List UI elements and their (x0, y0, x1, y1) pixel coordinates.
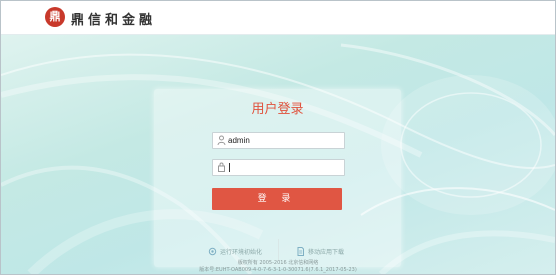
links-divider (278, 239, 279, 261)
login-panel: 用户登录 登 录 运行环境初始化 (154, 89, 401, 267)
login-title: 用户登录 (251, 102, 304, 117)
login-button[interactable]: 登 录 (212, 188, 342, 210)
username-field[interactable] (212, 132, 345, 149)
document-icon (296, 247, 305, 257)
text-cursor (229, 163, 230, 172)
username-input[interactable] (228, 133, 340, 148)
password-input[interactable] (228, 160, 340, 175)
footer-copyright: 版权所有 2005-2016 北京信和网络 (237, 260, 319, 266)
header-bar: 鼎 鼎信和金融 (1, 1, 555, 35)
lock-icon (217, 161, 226, 173)
mobile-app-download-link[interactable]: 移动应用下载 (296, 247, 344, 257)
logo-seal-icon: 鼎 (45, 7, 65, 27)
user-icon (217, 134, 226, 146)
mobile-app-download-label: 移动应用下载 (308, 249, 345, 256)
login-background: 用户登录 登 录 运行环境初始化 (1, 35, 555, 274)
browser-frame: 鼎 鼎信和金融 用户登录 admin 登 录 运行环境初始化 移动应用下载 版权… (0, 0, 556, 275)
logo-text: 鼎信和金融 (71, 13, 157, 28)
footer-version: 版本号:EUHT-OAB009-4-0-7-6-3-1-0-30071.6(7.… (199, 267, 357, 273)
env-init-label: 运行环境初始化 (220, 249, 263, 256)
password-field[interactable] (212, 159, 345, 176)
gear-icon (208, 247, 217, 257)
env-init-link[interactable]: 运行环境初始化 (208, 247, 262, 257)
